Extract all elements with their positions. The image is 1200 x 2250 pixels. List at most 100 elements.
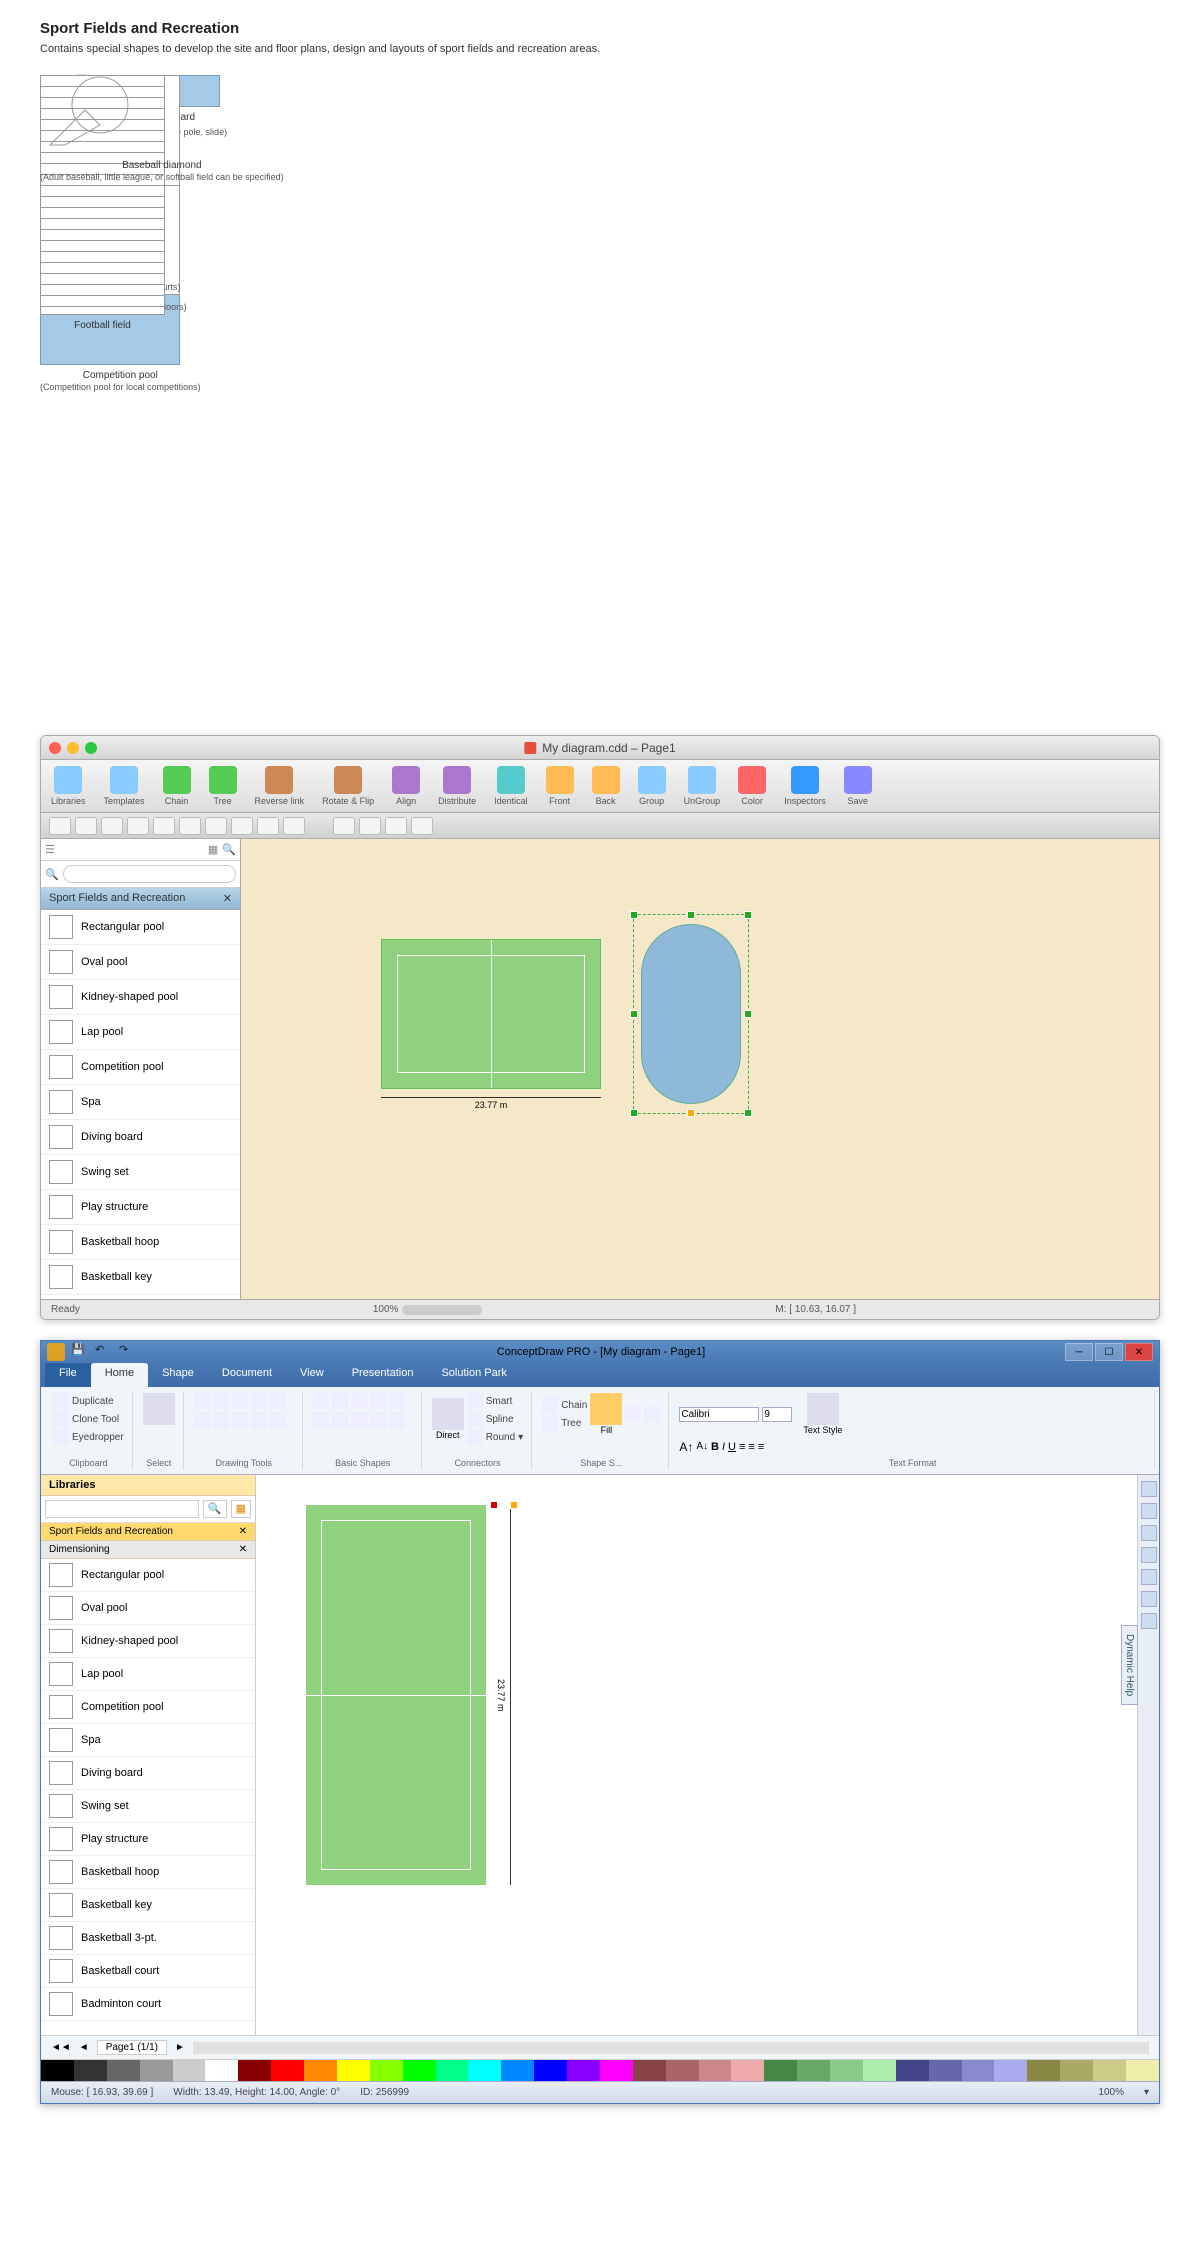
tennis-court-object[interactable] [306, 1505, 486, 1885]
color-swatch[interactable] [600, 2060, 633, 2081]
toolbar-rotateflip[interactable]: Rotate & Flip [322, 766, 374, 806]
page-indicator[interactable]: Page1 (1/1) [97, 2040, 167, 2055]
library-item[interactable]: Oval pool [41, 945, 240, 980]
library-item[interactable]: Play structure [41, 1190, 240, 1225]
library-category[interactable]: Sport Fields and Recreation✕ [41, 1523, 255, 1541]
file-tab[interactable]: File [45, 1363, 91, 1387]
shape-btn[interactable] [644, 1406, 660, 1422]
color-swatch[interactable] [1126, 2060, 1159, 2081]
color-swatch[interactable] [929, 2060, 962, 2081]
spline-connector[interactable]: Spline [467, 1411, 524, 1427]
tool-btn[interactable] [127, 817, 149, 835]
zoom-dropdown-icon[interactable]: ▾ [1144, 2087, 1149, 2098]
close-button[interactable] [49, 742, 61, 754]
mac-titlebar[interactable]: My diagram.cdd – Page1 [41, 736, 1159, 760]
library-item[interactable]: Basketball court [41, 1955, 255, 1988]
side-tool[interactable] [1141, 1547, 1157, 1563]
toolbar-ungroup[interactable]: UnGroup [684, 766, 721, 806]
color-swatch[interactable] [107, 2060, 140, 2081]
minimize-button[interactable] [67, 742, 79, 754]
shape-btn[interactable] [625, 1406, 641, 1422]
font-a-small[interactable]: A↓ [696, 1441, 708, 1452]
side-tool[interactable] [1141, 1591, 1157, 1607]
library-category-header[interactable]: Sport Fields and Recreation ✕ [41, 888, 240, 910]
color-swatch[interactable] [436, 2060, 469, 2081]
color-swatch[interactable] [304, 2060, 337, 2081]
color-swatch[interactable] [699, 2060, 732, 2081]
selection-handle[interactable] [490, 1501, 498, 1509]
tool-btn[interactable] [359, 817, 381, 835]
toolbar-distribute[interactable]: Distribute [438, 766, 476, 806]
library-item[interactable]: Rectangular pool [41, 910, 240, 945]
tab-home[interactable]: Home [91, 1363, 148, 1387]
toolbar-inspectors[interactable]: Inspectors [784, 766, 826, 806]
drawing-canvas[interactable]: 23.77 m Dynamic Help [256, 1475, 1137, 2035]
bold-button[interactable]: B [711, 1441, 719, 1453]
color-swatch[interactable] [764, 2060, 797, 2081]
basic-shape[interactable] [370, 1412, 386, 1428]
library-item[interactable]: Badminton court [41, 1988, 255, 2021]
chain-button[interactable]: Chain [542, 1397, 587, 1413]
toolbar-color[interactable]: Color [738, 766, 766, 806]
color-swatch[interactable] [994, 2060, 1027, 2081]
basic-shape[interactable] [389, 1412, 405, 1428]
next-page[interactable]: ► [175, 2042, 185, 2053]
basic-shape[interactable] [370, 1393, 386, 1409]
library-item[interactable]: Diving board [41, 1120, 240, 1155]
shape-tool[interactable] [213, 1393, 229, 1409]
tool-btn[interactable] [385, 817, 407, 835]
color-swatch[interactable] [896, 2060, 929, 2081]
resize-handle[interactable] [687, 911, 695, 919]
grid-icon[interactable]: ▦ [208, 843, 218, 856]
color-swatch[interactable] [666, 2060, 699, 2081]
shape-tool[interactable] [232, 1393, 248, 1409]
color-swatch[interactable] [731, 2060, 764, 2081]
color-swatch[interactable] [41, 2060, 74, 2081]
tool-btn[interactable] [49, 817, 71, 835]
tree-button[interactable]: Tree [542, 1415, 587, 1431]
tool-btn[interactable] [101, 817, 123, 835]
font-name-input[interactable] [679, 1407, 759, 1422]
align-right[interactable]: ≡ [758, 1441, 764, 1453]
font-size-input[interactable] [762, 1407, 792, 1422]
clone-button[interactable]: Clone Tool [53, 1411, 119, 1427]
close-icon[interactable]: ✕ [239, 1526, 247, 1537]
color-swatch[interactable] [1060, 2060, 1093, 2081]
tool-btn[interactable] [257, 817, 279, 835]
toolbar-group[interactable]: Group [638, 766, 666, 806]
library-item[interactable]: Basketball hoop [41, 1856, 255, 1889]
toolbar-chain[interactable]: Chain [163, 766, 191, 806]
smart-connector[interactable]: Smart [467, 1393, 524, 1409]
shape-tool[interactable] [251, 1412, 267, 1428]
color-swatch[interactable] [403, 2060, 436, 2081]
tool-btn[interactable] [75, 817, 97, 835]
tool-btn[interactable] [205, 817, 227, 835]
library-item[interactable]: Kidney-shaped pool [41, 980, 240, 1015]
side-tool[interactable] [1141, 1481, 1157, 1497]
save-icon[interactable]: 💾 [71, 1343, 89, 1361]
direct-connector[interactable] [432, 1398, 464, 1430]
selection-handle[interactable] [510, 1501, 518, 1509]
resize-handle[interactable] [630, 1109, 638, 1117]
color-swatch[interactable] [337, 2060, 370, 2081]
color-swatch[interactable] [1027, 2060, 1060, 2081]
tool-btn[interactable] [231, 817, 253, 835]
color-swatch[interactable] [205, 2060, 238, 2081]
drawing-canvas[interactable]: 23.77 m [241, 839, 1159, 1299]
library-category[interactable]: Dimensioning✕ [41, 1541, 255, 1559]
hscrollbar[interactable] [193, 2042, 1149, 2054]
close-button[interactable]: ✕ [1125, 1343, 1153, 1361]
toolbar-identical[interactable]: Identical [494, 766, 528, 806]
library-item[interactable]: Play structure [41, 1823, 255, 1856]
text-style-button[interactable] [807, 1393, 839, 1425]
library-item[interactable]: Competition pool [41, 1691, 255, 1724]
toolbar-save[interactable]: Save [844, 766, 872, 806]
library-item[interactable]: Spa [41, 1724, 255, 1757]
shape-tool[interactable] [194, 1393, 210, 1409]
basic-shape[interactable] [332, 1393, 348, 1409]
library-item[interactable]: Basketball key [41, 1260, 240, 1295]
close-icon[interactable]: ✕ [223, 892, 232, 905]
basic-shape[interactable] [389, 1393, 405, 1409]
tool-btn[interactable] [333, 817, 355, 835]
search-icon[interactable]: 🔍 [222, 843, 236, 856]
